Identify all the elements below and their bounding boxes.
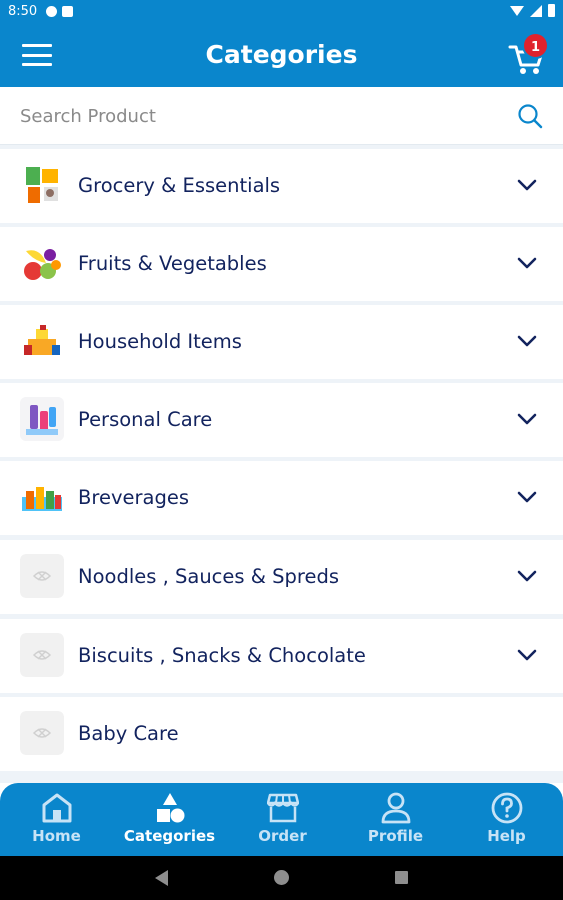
- category-row-beverages[interactable]: Breverages: [0, 461, 563, 535]
- status-bar: 8:50: [0, 0, 563, 24]
- placeholder-image: [20, 633, 64, 677]
- home-icon: [42, 793, 72, 823]
- nav-order-label: Order: [258, 827, 307, 845]
- search-icon[interactable]: [516, 102, 544, 130]
- help-icon: [491, 792, 523, 824]
- category-row-baby-care[interactable]: Baby Care: [0, 697, 563, 771]
- category-name: Baby Care: [78, 722, 179, 745]
- wifi-icon: [510, 5, 524, 16]
- system-navigation-bar: [0, 856, 563, 900]
- page-title: Categories: [205, 40, 358, 69]
- chevron-down-icon[interactable]: [516, 568, 538, 584]
- grocery-image: [20, 163, 64, 207]
- nav-categories-label: Categories: [123, 827, 216, 845]
- category-row-biscuits[interactable]: Biscuits , Snacks & Chocolate: [0, 619, 563, 693]
- profile-icon: [381, 792, 411, 824]
- cart-count-badge: 1: [522, 32, 549, 59]
- nav-help-label: Help: [487, 827, 526, 845]
- placeholder-image: [20, 554, 64, 598]
- nav-categories[interactable]: Categories: [113, 783, 226, 856]
- nav-order[interactable]: Order: [226, 783, 339, 856]
- chevron-down-icon[interactable]: [516, 647, 538, 663]
- battery-icon: [548, 4, 555, 17]
- nav-profile[interactable]: Profile: [339, 783, 452, 856]
- signal-icon: [530, 4, 542, 17]
- category-name: Household Items: [78, 330, 242, 353]
- recents-icon[interactable]: [395, 871, 408, 884]
- household-image: [20, 319, 64, 363]
- sd-card-icon: [62, 6, 73, 17]
- nav-home[interactable]: Home: [0, 783, 113, 856]
- bottom-navigation: Home Categories Order Profile Help: [0, 783, 563, 856]
- category-name: Biscuits , Snacks & Chocolate: [78, 644, 366, 667]
- app-bar: Categories: [0, 24, 563, 87]
- app-notification-icon: [46, 6, 57, 17]
- category-name: Breverages: [78, 486, 190, 509]
- chevron-down-icon[interactable]: [516, 255, 538, 271]
- category-row-grocery[interactable]: Grocery & Essentials: [0, 149, 563, 223]
- placeholder-image: [20, 711, 64, 755]
- nav-profile-label: Profile: [367, 827, 424, 845]
- back-icon[interactable]: [155, 870, 168, 886]
- chevron-down-icon[interactable]: [516, 177, 538, 193]
- category-row-fruits[interactable]: Fruits & Vegetables: [0, 227, 563, 301]
- category-row-personal-care[interactable]: Personal Care: [0, 383, 563, 457]
- system-status-icons: [510, 4, 555, 17]
- category-row-noodles[interactable]: Noodles , Sauces & Spreds: [0, 540, 563, 614]
- store-icon: [267, 793, 299, 823]
- category-row-household[interactable]: Household Items: [0, 305, 563, 379]
- personal-care-image: [20, 397, 64, 441]
- search-input[interactable]: [20, 101, 500, 131]
- category-list: Grocery & Essentials Fruits & Vegetables: [0, 145, 563, 783]
- nav-help[interactable]: Help: [450, 783, 563, 856]
- categories-icon: [157, 793, 185, 823]
- home-circle-icon[interactable]: [274, 870, 289, 885]
- beverages-image: [20, 475, 64, 519]
- category-name: Grocery & Essentials: [78, 174, 281, 197]
- chevron-down-icon[interactable]: [516, 411, 538, 427]
- chevron-down-icon[interactable]: [516, 489, 538, 505]
- category-name: Personal Care: [78, 408, 213, 431]
- category-name: Noodles , Sauces & Spreds: [78, 565, 340, 588]
- chevron-down-icon[interactable]: [516, 333, 538, 349]
- category-name: Fruits & Vegetables: [78, 252, 267, 275]
- status-time: 8:50: [8, 4, 38, 19]
- fruits-image: [20, 241, 64, 285]
- notification-icons: [46, 6, 73, 17]
- nav-home-label: Home: [32, 827, 81, 845]
- search-bar: [0, 87, 563, 145]
